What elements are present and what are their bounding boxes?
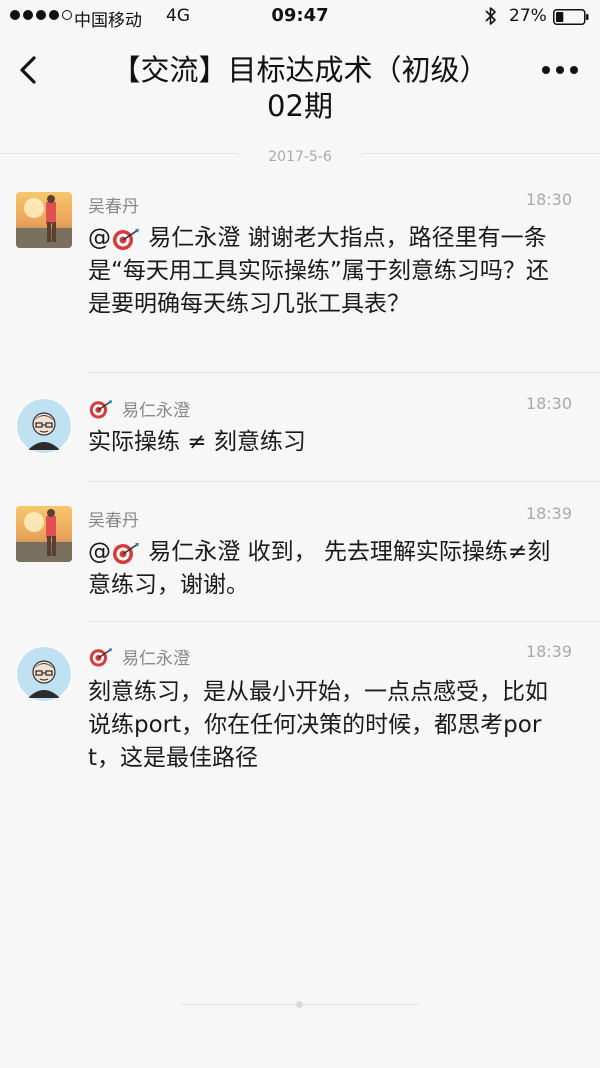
date-separator: 2017-5-6 <box>238 149 362 165</box>
sender-avatar[interactable] <box>16 646 72 702</box>
message-text[interactable]: @ 易仁永澄 谢谢老大指点，路径里有一条是“每天用工具实际操练”属于刻意练习吗？… <box>88 222 568 321</box>
target-icon <box>89 647 113 667</box>
sender-name: 吴春丹 <box>88 197 139 217</box>
sender-name-row: 易仁永澄 <box>88 396 190 421</box>
message-text[interactable]: 刻意练习，是从最小开始，一点点感受，比如说练port，你在任何决策的时候，都思考… <box>88 676 568 775</box>
sender-avatar[interactable] <box>16 398 72 454</box>
ellipsis-icon <box>542 66 550 74</box>
sender-name: 易仁永澄 <box>122 649 190 669</box>
sender-name: 易仁永澄 <box>122 401 190 421</box>
message-divider <box>88 621 600 622</box>
mention-prefix: @ <box>88 225 111 251</box>
photo-avatar-icon <box>16 192 72 248</box>
chat-header: 【交流】目标达成术（初级） 02期 <box>0 34 600 154</box>
message-time: 18:30 <box>525 190 572 209</box>
sender-avatar[interactable] <box>16 506 72 562</box>
chat-title: 【交流】目标达成术（初级） 02期 <box>80 52 520 124</box>
sender-name: 吴春丹 <box>88 511 139 531</box>
mention-name: 易仁永澄 <box>141 539 241 565</box>
cartoon-avatar-icon <box>16 646 72 702</box>
sender-name-row: 易仁永澄 <box>88 644 190 669</box>
target-icon <box>89 399 113 419</box>
message-divider <box>88 372 600 373</box>
back-button[interactable] <box>14 50 42 90</box>
bluetooth-icon <box>485 7 496 25</box>
chat-title-line1: 【交流】目标达成术（初级） <box>111 53 489 87</box>
sender-avatar[interactable] <box>16 192 72 248</box>
message-content: 实际操练 ≠ 刻意练习 <box>88 429 306 455</box>
message-divider <box>88 481 600 482</box>
chat-title-line2: 02期 <box>267 89 333 123</box>
message-time: 18:30 <box>525 394 572 413</box>
footer-dot <box>296 1001 303 1008</box>
mention-name: 易仁永澄 <box>141 225 241 251</box>
message-content: 刻意练习，是从最小开始，一点点感受，比如说练port，你在任何决策的时候，都思考… <box>88 679 548 771</box>
status-bar: 中国移动 4G 09:47 27% <box>0 0 600 34</box>
message-time: 18:39 <box>525 504 572 523</box>
message-time: 18:39 <box>525 642 572 661</box>
message-text[interactable]: @ 易仁永澄 收到， 先去理解实际操练≠刻意练习，谢谢。 <box>88 536 568 602</box>
more-options-button[interactable] <box>540 62 580 78</box>
battery-icon <box>553 9 589 25</box>
target-icon <box>113 542 139 564</box>
battery-percent: 27% <box>509 6 547 26</box>
message-text[interactable]: 实际操练 ≠ 刻意练习 <box>88 426 568 459</box>
cartoon-avatar-icon <box>16 398 72 454</box>
photo-avatar-icon <box>16 506 72 562</box>
mention-prefix: @ <box>88 539 111 565</box>
target-icon <box>113 228 139 250</box>
